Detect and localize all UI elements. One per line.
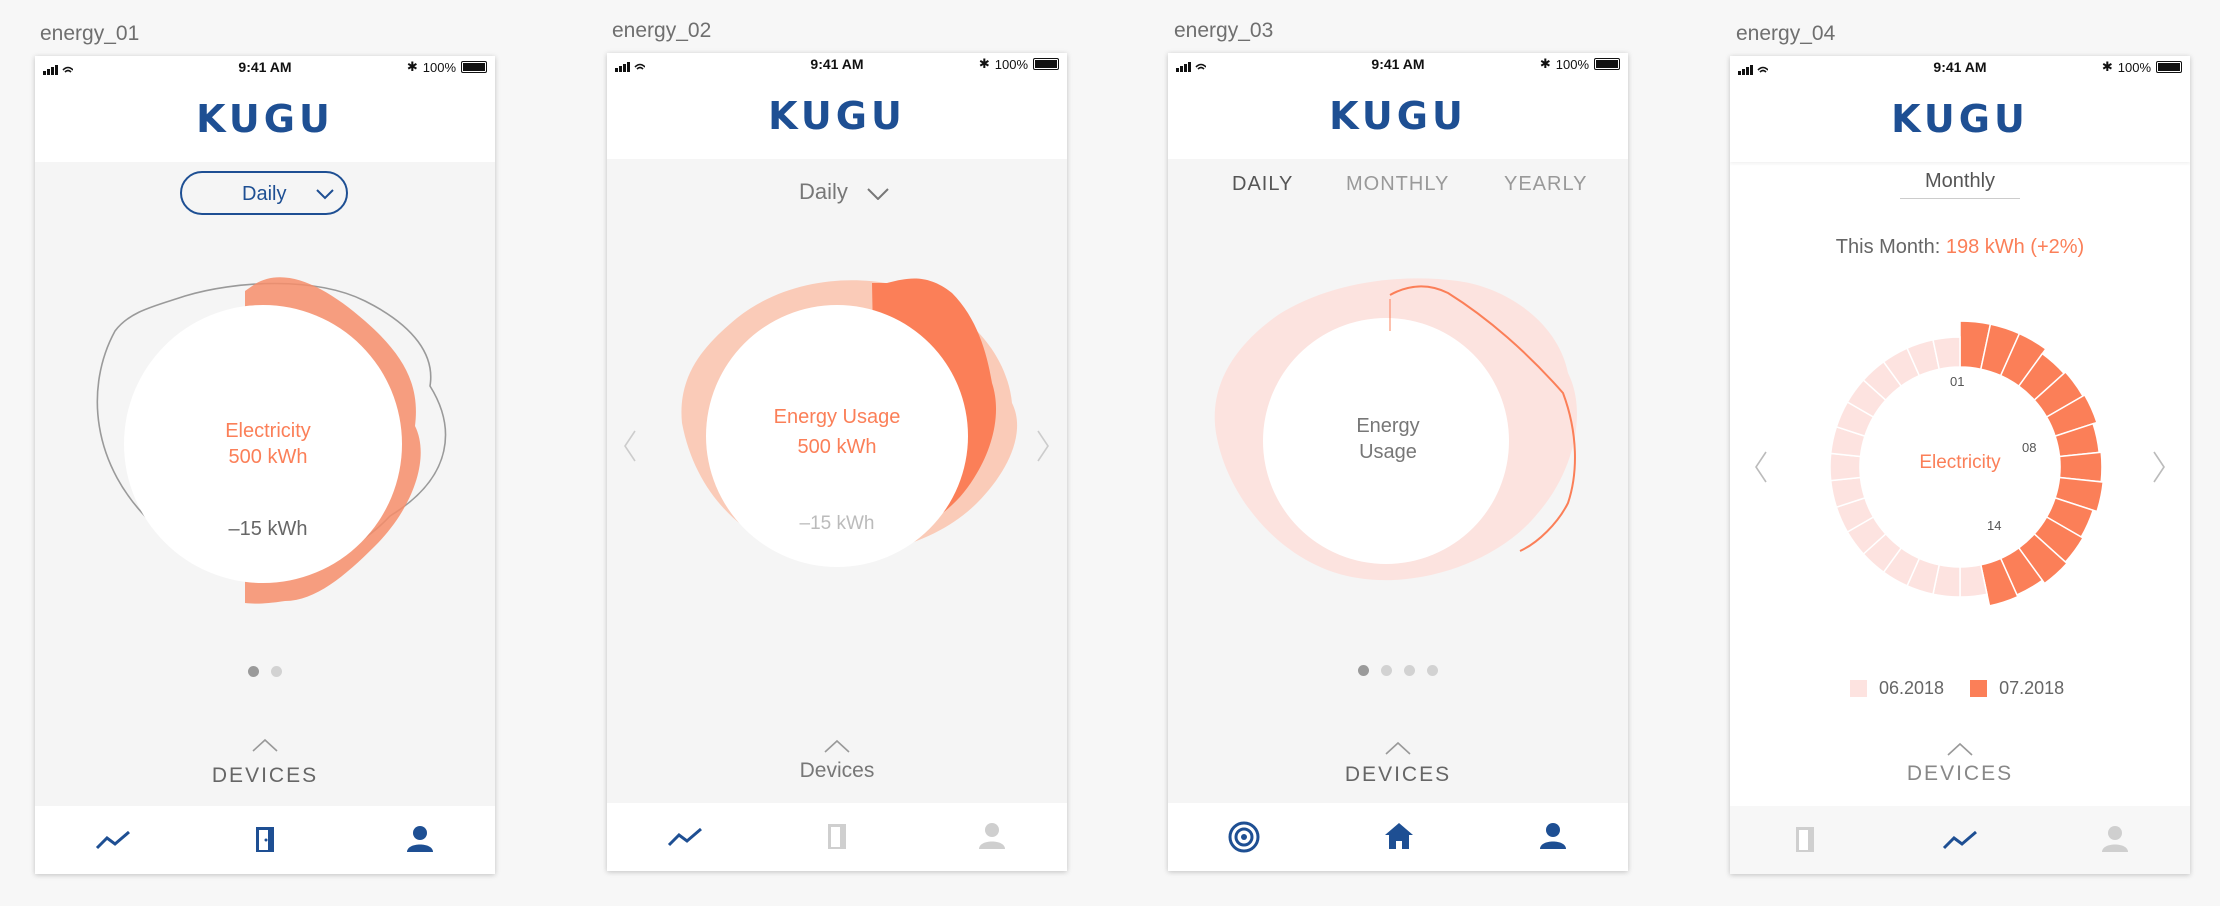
trend-icon[interactable] [1942, 824, 1978, 859]
trend-icon[interactable] [667, 821, 703, 856]
phone-energy-04: 9:41 AM ✱ 100% KUGU Monthly This Month: 1… [1730, 56, 2190, 874]
bottom-nav [1168, 803, 1628, 871]
artboard-label-3: energy_03 [1174, 19, 1274, 42]
center-delta: –15 kWh [228, 518, 308, 540]
center-title-line2: Usage [1359, 441, 1417, 463]
energy-circle [124, 305, 402, 583]
center-title-line1: Energy [1356, 415, 1420, 437]
ring-label-01: 01 [1950, 374, 1965, 389]
user-icon[interactable] [977, 821, 1007, 856]
center-value: 500 kWh [228, 446, 308, 468]
phone-energy-03: 9:41 AM ✱ 100% KUGU DAILY MONTHLY YEARLY … [1168, 53, 1628, 871]
chart-legend: 06.2018 07.2018 [1850, 678, 2064, 699]
devices-toggle[interactable]: Devices [607, 759, 1067, 783]
trend-icon[interactable] [95, 824, 131, 859]
legend-swatch [1850, 680, 1867, 697]
devices-toggle[interactable]: DEVICES [35, 764, 495, 788]
door-icon[interactable] [822, 821, 852, 856]
user-icon[interactable] [1538, 821, 1568, 856]
home-icon[interactable] [1383, 821, 1415, 856]
center-delta: –15 kWh [799, 513, 875, 534]
user-icon[interactable] [2100, 824, 2130, 859]
center-title: Energy Usage [773, 406, 901, 428]
door-icon[interactable] [1790, 824, 1820, 859]
legend-label: 06.2018 [1879, 678, 1945, 698]
legend-item: 06.2018 [1850, 678, 1944, 699]
legend-item: 07.2018 [1970, 678, 2064, 699]
artboard-label-1: energy_01 [40, 22, 140, 45]
pager-dot[interactable] [248, 666, 259, 677]
door-icon[interactable] [250, 824, 280, 859]
legend-label: 07.2018 [1999, 678, 2065, 698]
phone-energy-02: 9:41 AM ✱ 100% KUGU Daily Energy Usage 50… [607, 53, 1067, 871]
bottom-nav [607, 803, 1067, 871]
center-title: Electricity [225, 420, 311, 442]
user-icon[interactable] [405, 824, 435, 859]
devices-toggle[interactable]: DEVICES [1168, 763, 1628, 787]
legend-swatch [1970, 680, 1988, 697]
pager-dot[interactable] [271, 666, 282, 677]
center-title: Electricity [1919, 452, 2001, 473]
devices-toggle[interactable]: DEVICES [1730, 762, 2190, 786]
bottom-nav [35, 806, 495, 874]
center-value: 500 kWh [797, 436, 877, 458]
radar-icon[interactable] [1228, 821, 1260, 858]
pager-dot[interactable] [1404, 665, 1415, 676]
ring-label-14: 14 [1987, 518, 2002, 533]
pager-dot[interactable] [1427, 665, 1438, 676]
pager-dot[interactable] [1381, 665, 1392, 676]
pager-dots [1168, 665, 1628, 676]
chevron-up-icon[interactable] [35, 732, 495, 758]
chevron-up-icon[interactable] [1168, 735, 1628, 761]
artboard-label-4: energy_04 [1736, 22, 1836, 45]
artboard-label-2: energy_02 [612, 19, 712, 42]
pager-dots [35, 666, 495, 677]
chevron-up-icon[interactable] [607, 733, 1067, 759]
chevron-up-icon[interactable] [1730, 736, 2190, 762]
bottom-nav [1730, 806, 2190, 874]
pager-dot[interactable] [1358, 665, 1369, 676]
ring-label-08: 08 [2022, 440, 2037, 455]
phone-energy-01: 9:41 AM ✱ 100% KUGU Daily Electricity 500… [35, 56, 495, 874]
